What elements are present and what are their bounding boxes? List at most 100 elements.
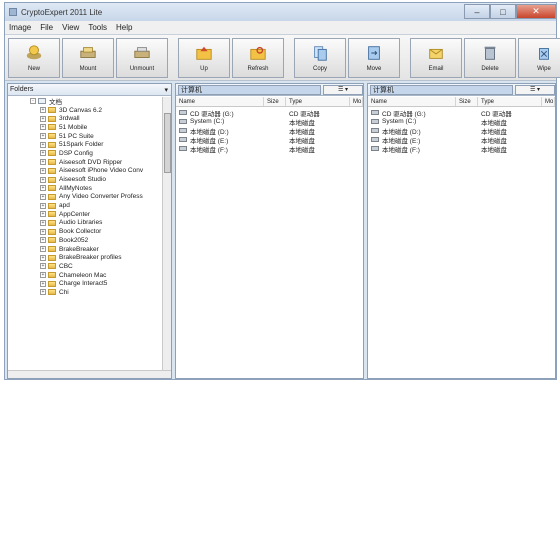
tree-item[interactable]: + Book Collector [8, 227, 161, 236]
folder-up-icon [196, 46, 212, 60]
email-button[interactable]: Email [410, 37, 462, 78]
expand-icon[interactable]: + [40, 185, 46, 192]
expand-icon[interactable]: + [40, 280, 46, 287]
left-col-size[interactable]: Size [264, 97, 286, 106]
left-col-modified[interactable]: Mo [350, 97, 363, 106]
email-icon [429, 48, 443, 59]
tree-vertical-scrollbar[interactable] [162, 97, 171, 370]
expand-icon[interactable]: + [40, 289, 46, 296]
refresh-button[interactable]: Refresh [232, 37, 284, 78]
maximize-button[interactable]: □ [490, 4, 516, 19]
tree-item-label: 51Spark Folder [59, 141, 104, 149]
right-col-name[interactable]: Name [368, 97, 456, 106]
menu-image[interactable]: Image [9, 23, 31, 32]
tree-item[interactable]: + Chameleon Mac [8, 271, 161, 280]
new-button[interactable]: New [8, 37, 60, 78]
right-view-dropdown[interactable]: ☰ ▾ [515, 84, 555, 95]
tree-dropdown-icon[interactable]: ▾ [164, 86, 168, 94]
tree-item[interactable]: + Book2052 [8, 236, 161, 245]
left-col-type[interactable]: Type [286, 97, 350, 106]
tree-item[interactable]: + DSP Config [8, 149, 161, 158]
move-button[interactable]: Move [348, 37, 400, 78]
tree-item[interactable]: +3rdwall [8, 114, 161, 123]
right-col-size[interactable]: Size [456, 97, 478, 106]
tree-item[interactable]: + BrakeBreaker [8, 245, 161, 254]
delete-button[interactable]: Delete [464, 37, 516, 78]
mount-button[interactable]: Mount [62, 37, 114, 78]
drive-icon [179, 137, 187, 142]
expand-icon[interactable]: + [40, 263, 46, 270]
minimize-button[interactable]: – [464, 4, 490, 19]
tree-item[interactable]: + CBC [8, 262, 161, 271]
folder-icon [48, 150, 56, 157]
expand-icon[interactable]: + [40, 176, 46, 183]
tree-item-label: AllMyNotes [59, 184, 92, 192]
tree-item[interactable]: + Charge Interact5 [8, 279, 161, 288]
expand-icon[interactable]: + [40, 141, 46, 148]
tree-item[interactable]: +51Spark Folder [8, 140, 161, 149]
right-path-box[interactable]: 计算机 [370, 84, 513, 95]
menu-tools[interactable]: Tools [88, 23, 107, 32]
expand-icon[interactable]: + [40, 193, 46, 200]
collapse-icon[interactable]: - [30, 98, 36, 105]
tree-item[interactable]: +51 PC Suite [8, 132, 161, 141]
expand-icon[interactable]: + [40, 211, 46, 218]
tree-item-label: Aiseesoft Studio [59, 176, 106, 184]
folder-icon [48, 159, 56, 166]
tree-item[interactable]: + AppCenter [8, 210, 161, 219]
menu-view[interactable]: View [62, 23, 79, 32]
tree-item[interactable]: + Any Video Converter Profess [8, 193, 161, 202]
toolbar-group-actions: Email Delete Wipe [410, 37, 560, 78]
close-button[interactable]: ✕ [516, 4, 556, 19]
tree-item[interactable]: +3D Canvas 6.2 [8, 106, 161, 115]
tree-item[interactable]: + Audio Libraries [8, 219, 161, 228]
file-row[interactable]: 本地磁盘 (F:) 本地磁盘 [176, 144, 363, 154]
move-icon [368, 45, 380, 60]
email-label: Email [428, 65, 444, 72]
expand-icon[interactable]: + [40, 246, 46, 253]
tree-item[interactable]: + Aiseesoft iPhone Video Conv [8, 167, 161, 176]
window-title: CryptoExpert 2011 Lite [21, 7, 103, 17]
left-col-name[interactable]: Name [176, 97, 264, 106]
expand-icon[interactable]: + [40, 115, 46, 122]
right-col-type[interactable]: Type [478, 97, 542, 106]
menu-file[interactable]: File [40, 23, 53, 32]
expand-icon[interactable]: + [40, 237, 46, 244]
tree-scroll-thumb[interactable] [164, 113, 171, 173]
drive-unmount-icon [134, 46, 150, 58]
tree-item[interactable]: + BrakeBreaker profiles [8, 253, 161, 262]
toolbar-group-nav: Up Refresh [178, 37, 286, 78]
expand-icon[interactable]: + [40, 167, 46, 174]
unmount-button[interactable]: Unmount [116, 37, 168, 78]
tree-item-label: 3D Canvas 6.2 [59, 106, 102, 114]
tree-item[interactable]: + Aiseesoft DVD Ripper [8, 158, 161, 167]
expand-icon[interactable]: + [40, 228, 46, 235]
expand-icon[interactable]: + [40, 107, 46, 114]
tree-item[interactable]: + AllMyNotes [8, 184, 161, 193]
drive-icon [179, 146, 187, 151]
tree-item[interactable]: + Aiseesoft Studio [8, 175, 161, 184]
expand-icon[interactable]: + [40, 202, 46, 209]
expand-icon[interactable]: + [40, 219, 46, 226]
right-col-modified[interactable]: Mo [542, 97, 555, 106]
tree-item-label: Book2052 [59, 236, 89, 244]
tree-root[interactable]: - 文档 [8, 97, 161, 106]
expand-icon[interactable]: + [40, 159, 46, 166]
file-row[interactable]: 本地磁盘 (F:) 本地磁盘 [368, 144, 555, 154]
menu-help[interactable]: Help [116, 23, 132, 32]
expand-icon[interactable]: + [40, 254, 46, 261]
left-view-dropdown[interactable]: ☰ ▾ [323, 84, 363, 95]
expand-icon[interactable]: + [40, 150, 46, 157]
expand-icon[interactable]: + [40, 124, 46, 131]
tree-item[interactable]: +51 Mobile [8, 123, 161, 132]
expand-icon[interactable]: + [40, 133, 46, 140]
tree-item[interactable]: + apd [8, 201, 161, 210]
tree-item[interactable]: + Chi [8, 288, 161, 297]
tree-root-label: 文档 [49, 99, 62, 107]
left-path-box[interactable]: 计算机 [178, 84, 321, 95]
expand-icon[interactable]: + [40, 272, 46, 279]
tree-horizontal-scrollbar[interactable] [8, 370, 171, 378]
wipe-button[interactable]: Wipe [518, 37, 560, 78]
up-button[interactable]: Up [178, 37, 230, 78]
copy-button[interactable]: Copy [294, 37, 346, 78]
